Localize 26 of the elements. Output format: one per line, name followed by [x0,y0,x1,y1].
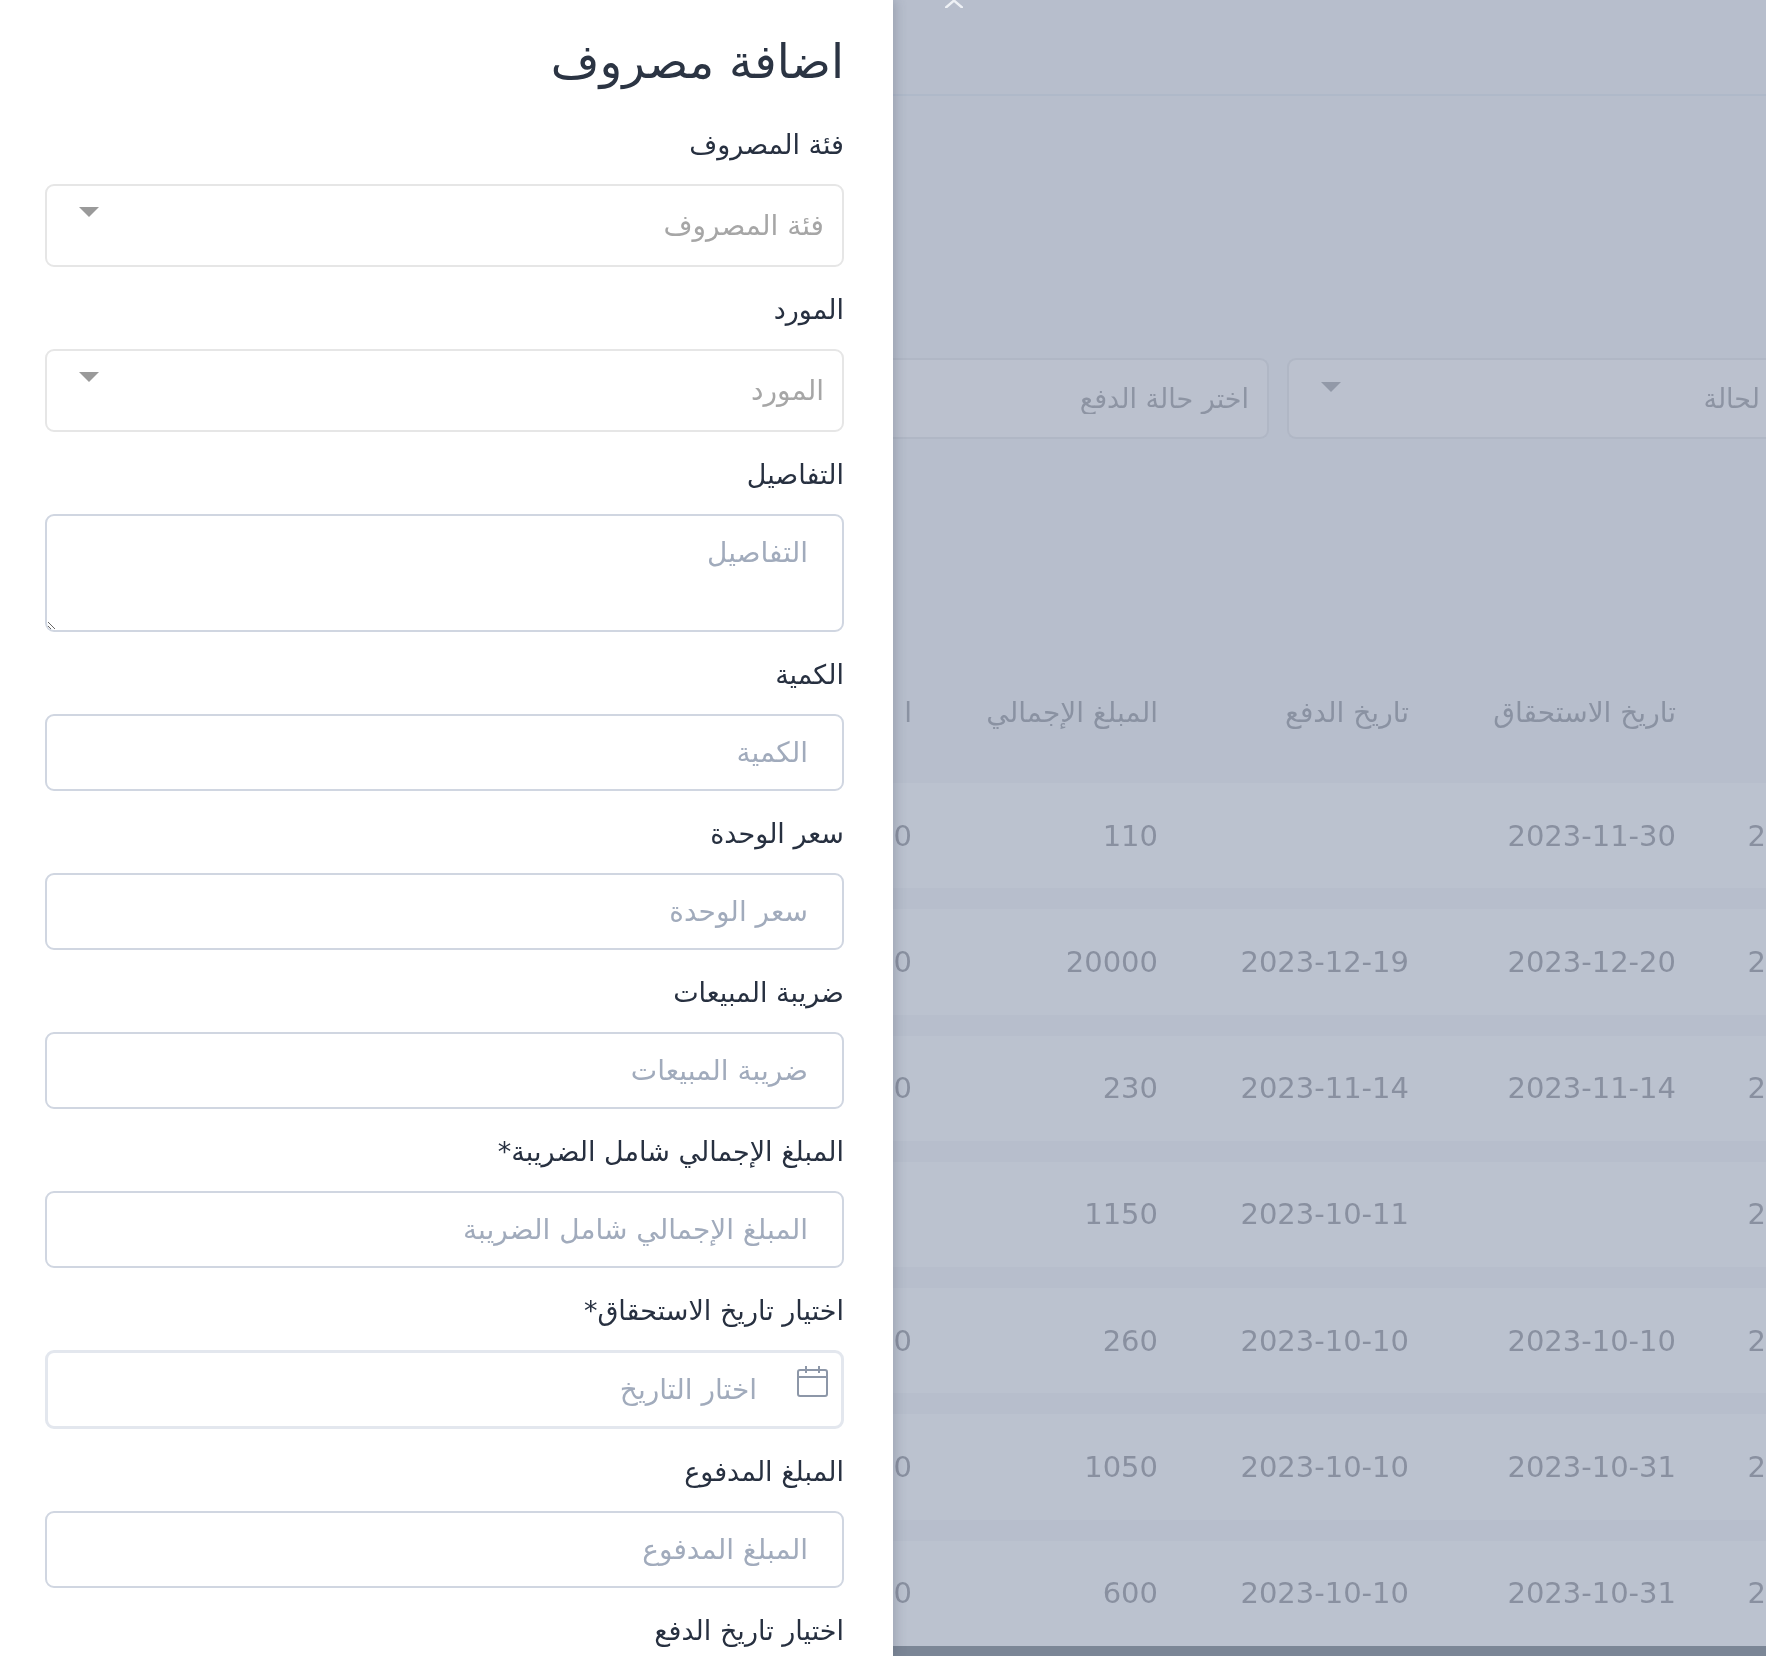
field-label: المبلغ المدفوع [684,1455,844,1489]
input-field[interactable]: سعر الوحدة [45,873,844,950]
input-field[interactable]: الكمية [45,714,844,791]
field-label: التفاصيل [746,458,844,492]
close-icon[interactable] [945,0,963,8]
select-field[interactable]: المورد [45,349,844,432]
select-field[interactable]: فئة المصروف [45,184,844,267]
calendar-icon [797,1366,828,1397]
field-label: اختيار تاريخ الاستحقاق* [583,1294,844,1328]
input-field[interactable]: المبلغ المدفوع [45,1511,844,1588]
caret-icon [1321,382,1341,392]
drawer-title: اضافة مصروف [550,34,844,90]
field-label: الكمية [775,658,844,692]
horizontal-scrollbar[interactable] [893,1646,1766,1656]
field-label: المبلغ الإجمالي شامل الضريبة* [497,1135,844,1169]
field-label: سعر الوحدة [710,817,844,851]
field-label: المورد [773,293,844,327]
input-field[interactable]: المبلغ الإجمالي شامل الضريبة [45,1191,844,1268]
field-label: ضريبة المبيعات [673,976,844,1010]
date-field[interactable]: اختار التاريخ [45,1350,844,1429]
input-field[interactable]: ضريبة المبيعات [45,1032,844,1109]
caret-icon [79,372,99,382]
field-label: اختيار تاريخ الدفع [654,1614,844,1648]
textarea-field[interactable]: التفاصيل [45,514,844,632]
caret-icon [79,207,99,217]
field-label: فئة المصروف [689,128,844,162]
